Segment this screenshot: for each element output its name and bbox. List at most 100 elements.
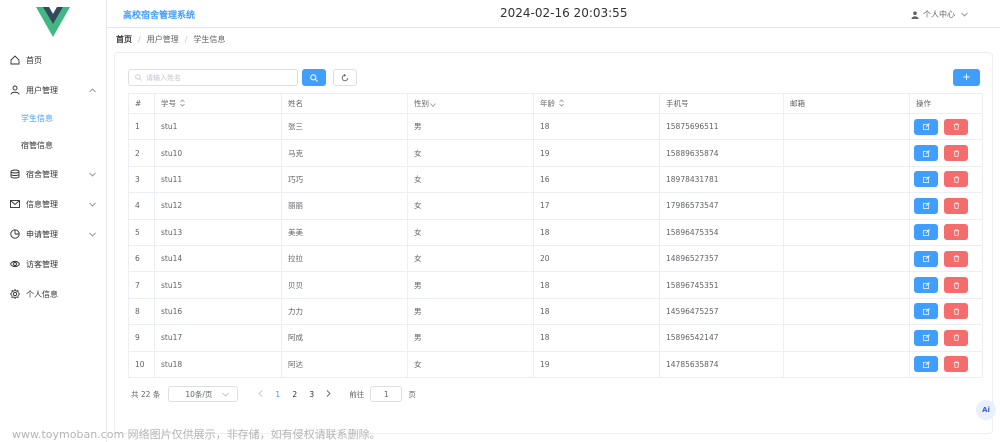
edit-icon xyxy=(922,176,930,183)
delete-button[interactable] xyxy=(944,145,968,162)
page-number[interactable]: 2 xyxy=(286,390,303,399)
trash-icon xyxy=(953,361,959,368)
edit-button[interactable] xyxy=(914,329,938,346)
cell-index: 10 xyxy=(128,350,155,378)
cell-gender: 女 xyxy=(407,244,534,272)
cell-name: 张三 xyxy=(281,112,408,140)
cell-gender: 女 xyxy=(407,350,534,378)
student-table: # 学号 姓名 性别 年龄 手机号 邮箱 操作 1 stu1 张三男 18 158756… xyxy=(128,93,983,378)
cell-age: 16 xyxy=(533,165,660,193)
delete-button[interactable] xyxy=(944,329,968,346)
goto-page-input[interactable]: 1 xyxy=(370,386,403,402)
cell-email xyxy=(783,350,910,378)
column-header-gender[interactable]: 性别 xyxy=(407,93,534,114)
cell-actions xyxy=(909,139,983,167)
user-center-dropdown[interactable]: 个人中心 xyxy=(911,9,972,20)
breadcrumb-home[interactable]: 首页 xyxy=(116,34,132,45)
breadcrumb: 首页 / 用户管理 / 学生信息 xyxy=(116,34,225,45)
cell-phone: 14896527357 xyxy=(659,244,784,272)
sidebar-item-label: 访客管理 xyxy=(26,259,58,269)
cell-name: 贝贝 xyxy=(281,271,408,299)
search-box[interactable] xyxy=(128,69,298,86)
sidebar-item-application-management[interactable]: 申请管理 xyxy=(0,219,106,249)
home-icon xyxy=(10,55,20,65)
cell-name: 阿达 xyxy=(281,350,408,378)
table-row: 8 stu16 力力男 18 14596475257 xyxy=(128,297,983,325)
sidebar-item-info-management[interactable]: 信息管理 xyxy=(0,189,106,219)
cell-gender: 男 xyxy=(407,324,534,352)
delete-button[interactable] xyxy=(944,356,968,373)
sidebar-item-home[interactable]: 首页 xyxy=(0,45,106,75)
sidebar-subitem-dorm-manager-info[interactable]: 宿管信息 xyxy=(0,132,106,159)
edit-icon xyxy=(922,149,930,157)
column-header-index: # xyxy=(128,93,155,114)
delete-button[interactable] xyxy=(944,118,968,135)
edit-button[interactable] xyxy=(914,303,938,320)
vue-logo xyxy=(0,0,106,44)
edit-button[interactable] xyxy=(914,356,938,373)
reset-button[interactable] xyxy=(333,69,357,86)
cell-gender: 男 xyxy=(407,297,534,325)
edit-icon xyxy=(922,281,930,289)
delete-button[interactable] xyxy=(944,224,968,241)
edit-button[interactable] xyxy=(914,171,938,188)
sort-icon[interactable] xyxy=(559,99,564,109)
cell-email xyxy=(783,324,910,352)
edit-button[interactable] xyxy=(914,145,938,162)
cell-actions xyxy=(909,112,983,140)
top-header: 高校宿舍管理系统 2024-02-16 20:03:55 个人中心 xyxy=(107,0,1000,28)
cell-phone: 15875696511 xyxy=(659,112,784,140)
sidebar-subitem-student-info[interactable]: 学生信息 xyxy=(0,105,106,132)
prev-page-button[interactable] xyxy=(258,389,263,399)
search-input[interactable] xyxy=(146,73,286,82)
page-number[interactable]: 1 xyxy=(269,390,286,399)
delete-button[interactable] xyxy=(944,171,968,188)
delete-button[interactable] xyxy=(944,197,968,214)
cell-student-id: stu14 xyxy=(154,244,282,272)
user-center-label: 个人中心 xyxy=(923,10,955,19)
delete-button[interactable] xyxy=(944,250,968,267)
sidebar-item-user-management[interactable]: 用户管理 xyxy=(0,75,106,105)
edit-button[interactable] xyxy=(914,118,938,135)
cell-actions xyxy=(909,324,983,352)
sidebar-item-label: 用户管理 xyxy=(26,85,58,95)
cell-email xyxy=(783,218,910,246)
search-button[interactable] xyxy=(302,69,326,86)
cell-student-id: stu17 xyxy=(154,324,282,352)
cell-gender: 男 xyxy=(407,271,534,299)
chevron-right-icon xyxy=(326,389,331,397)
sidebar-item-personal-info[interactable]: 个人信息 xyxy=(0,279,106,309)
cell-student-id: stu1 xyxy=(154,112,282,140)
pie-chart-icon xyxy=(10,229,20,239)
page-number[interactable]: 3 xyxy=(303,390,320,399)
sidebar-item-label: 宿舍管理 xyxy=(26,169,58,179)
goto-label: 前往 xyxy=(349,389,365,399)
ai-assistant-button[interactable]: Ai xyxy=(976,400,996,420)
add-student-button[interactable]: + xyxy=(953,69,980,86)
filter-chevron-icon[interactable] xyxy=(430,100,436,109)
column-header-student-id[interactable]: 学号 xyxy=(154,93,282,114)
sidebar-item-visitor-management[interactable]: 访客管理 xyxy=(0,249,106,279)
delete-button[interactable] xyxy=(944,277,968,294)
sort-icon[interactable] xyxy=(180,99,185,109)
cell-index: 6 xyxy=(128,244,155,272)
delete-button[interactable] xyxy=(944,303,968,320)
column-header-age[interactable]: 年龄 xyxy=(533,93,660,114)
cell-gender: 女 xyxy=(407,139,534,167)
cell-age: 18 xyxy=(533,297,660,325)
edit-button[interactable] xyxy=(914,197,938,214)
chevron-down-icon xyxy=(961,12,968,17)
page-size-select[interactable]: 10条/页 xyxy=(168,386,239,402)
cell-email xyxy=(783,297,910,325)
cell-index: 2 xyxy=(128,139,155,167)
next-page-button[interactable] xyxy=(326,389,331,399)
table-row: 9 stu17 阿成男 18 15896542147 xyxy=(128,324,983,352)
edit-button[interactable] xyxy=(914,224,938,241)
edit-button[interactable] xyxy=(914,277,938,294)
edit-icon xyxy=(922,308,930,315)
sidebar-item-dorm-management[interactable]: 宿舍管理 xyxy=(0,159,106,189)
app-title: 高校宿舍管理系统 xyxy=(123,11,196,21)
cell-name: 马克 xyxy=(281,139,408,167)
edit-button[interactable] xyxy=(914,250,938,267)
chevron-down-icon xyxy=(89,200,96,209)
